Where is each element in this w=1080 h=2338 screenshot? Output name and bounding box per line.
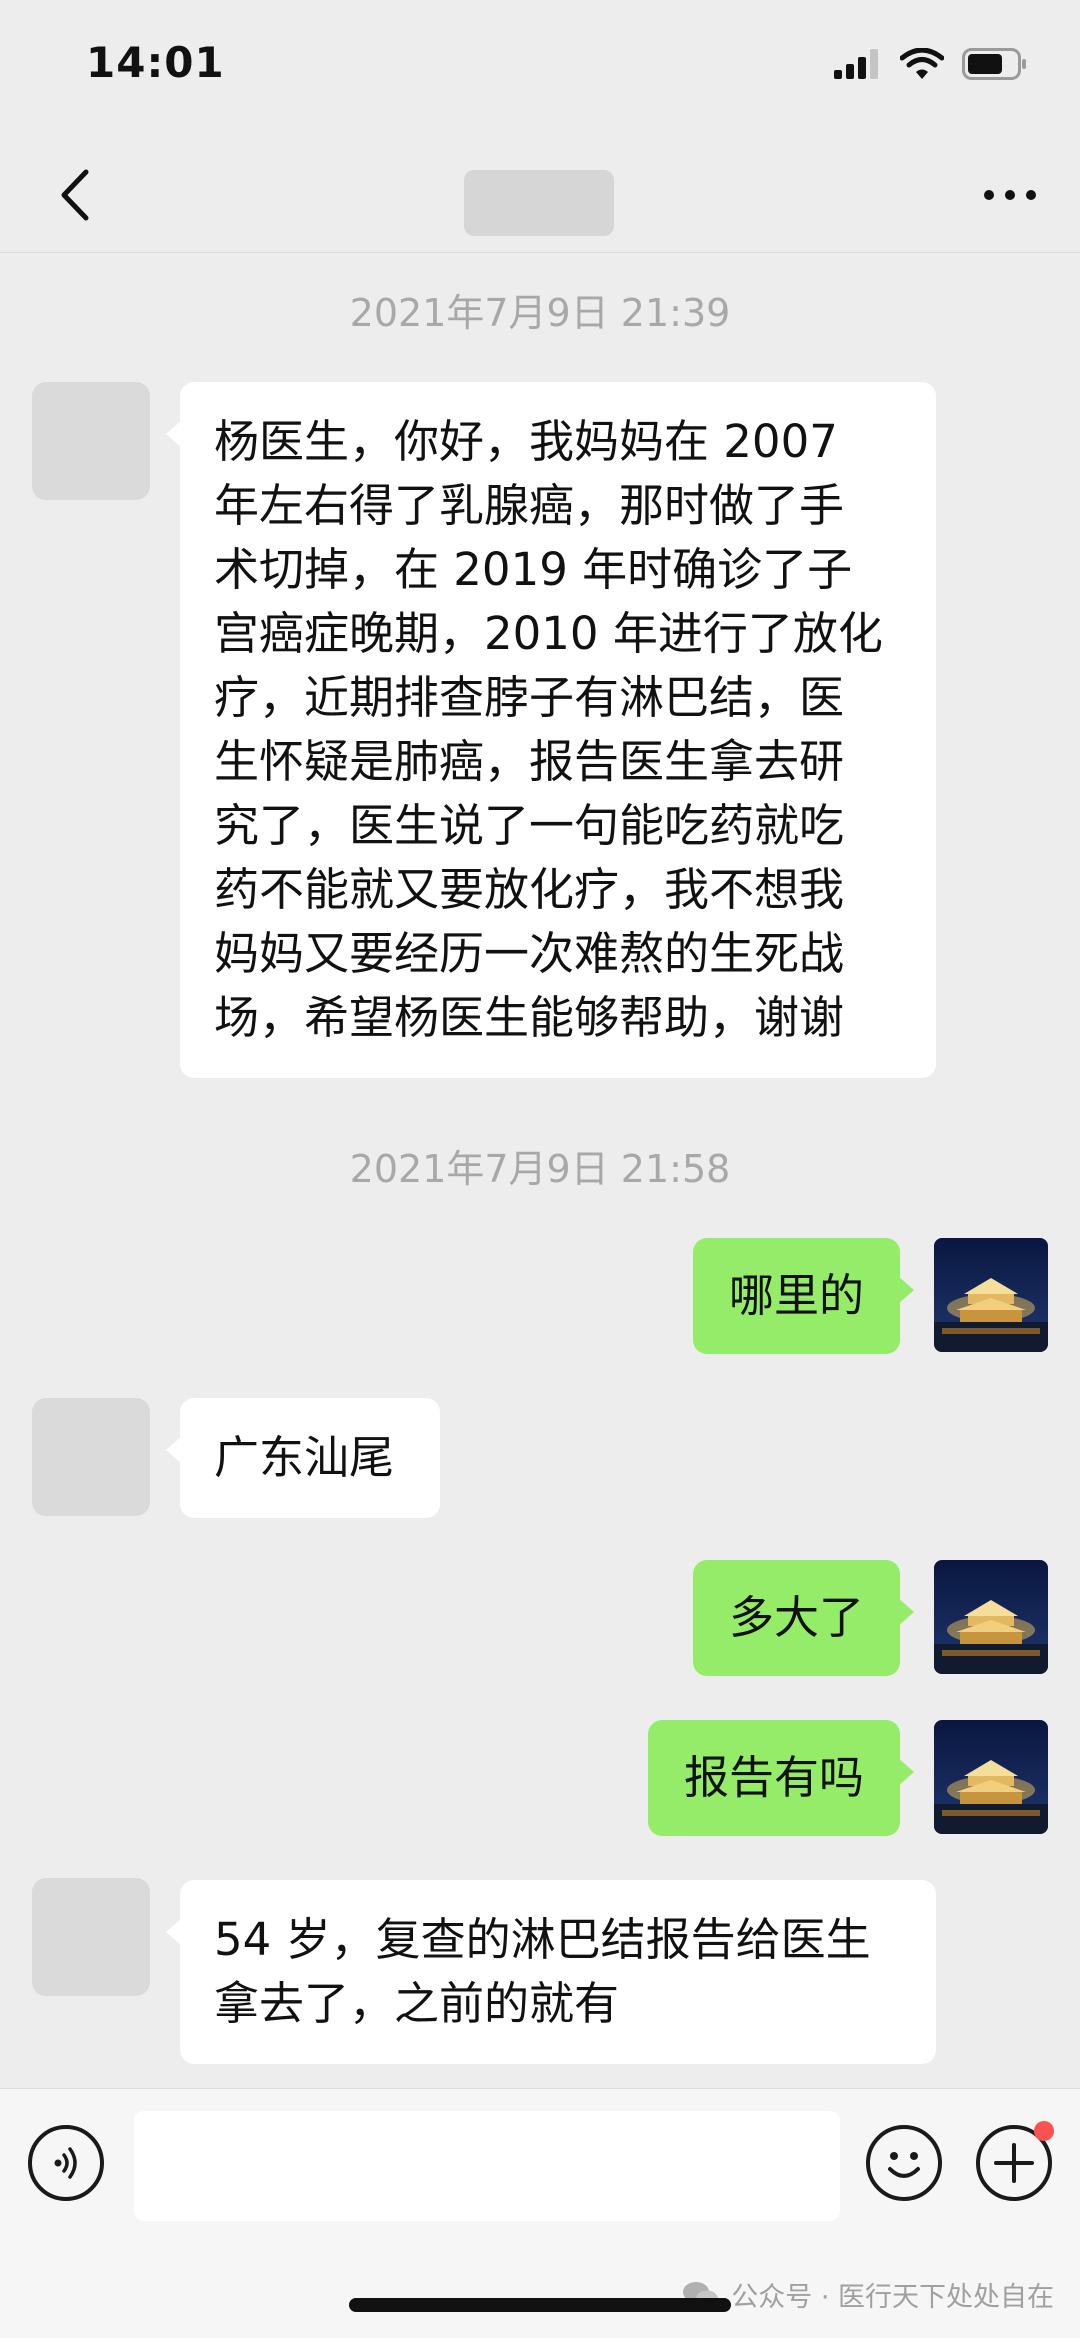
message-line: 杨医生，你好，我妈妈在 2007 [214, 415, 838, 468]
message-line: 生怀疑是肺癌，报告医生拿去研 [214, 735, 845, 788]
message-line: 广东汕尾 [214, 1431, 395, 1484]
message-input[interactable] [134, 2111, 840, 2221]
sent-message-bubble[interactable]: 报告有吗 [647, 1720, 915, 1836]
emoji-button[interactable] [866, 2125, 942, 2201]
watermark: 公众号 · 医行天下处处自在 [681, 2275, 1054, 2314]
contact-avatar[interactable] [32, 382, 150, 500]
chevron-left-icon [61, 169, 89, 221]
message-timestamp: 2021年7月9日 21:39 [349, 291, 731, 335]
status-bar: 14:01 [0, 0, 1080, 140]
emoji-icon [888, 2152, 920, 2178]
message-line: 拿去了，之前的就有 [214, 1977, 620, 2030]
voice-button[interactable] [28, 2125, 104, 2201]
temple-night-image [934, 1560, 1048, 1674]
contact-avatar[interactable] [32, 1878, 150, 1996]
battery-icon [962, 48, 1026, 80]
message-text: 报告有吗 [683, 1751, 864, 1804]
temple-night-image [934, 1238, 1048, 1352]
my-avatar[interactable] [934, 1720, 1048, 1834]
chat-header [0, 140, 1080, 253]
message-line: 年左右得了乳腺癌，那时做了手 [214, 479, 845, 532]
my-avatar[interactable] [934, 1560, 1048, 1674]
message-line: 宫癌症晚期，2010 年进行了放化 [214, 607, 883, 660]
sent-message-bubble[interactable]: 多大了 [692, 1560, 915, 1676]
message-line: 妈妈又要经历一次难熬的生死战 [214, 927, 845, 980]
message-line: 场，希望杨医生能够帮助，谢谢 [214, 991, 845, 1044]
received-message-bubble[interactable]: 杨医生，你好，我妈妈在 2007 年左右得了乳腺癌，那时做了手 术切掉，在 20… [166, 382, 936, 1078]
message-text: 哪里的 [728, 1269, 864, 1322]
signal-icon [834, 49, 878, 79]
message-text: 多大了 [728, 1591, 864, 1644]
wifi-icon [900, 48, 944, 79]
temple-night-image [934, 1720, 1048, 1834]
more-dots-icon [984, 190, 1036, 200]
watermark-text: 公众号 · 医行天下处处自在 [731, 2282, 1054, 2313]
voice-icon [54, 2147, 77, 2179]
message-line: 54 岁，复查的淋巴结报告给医生 [214, 1913, 871, 1966]
received-message-bubble[interactable]: 广东汕尾 [166, 1398, 440, 1518]
chat-title-redacted [464, 170, 614, 236]
home-indicator[interactable] [349, 2298, 731, 2312]
received-message-bubble[interactable]: 54 岁，复查的淋巴结报告给医生 拿去了，之前的就有 [166, 1880, 936, 2064]
back-button[interactable] [40, 160, 110, 230]
my-avatar[interactable] [934, 1238, 1048, 1352]
message-timestamp: 2021年7月9日 21:58 [349, 1147, 731, 1191]
status-icons [834, 48, 1028, 80]
contact-avatar[interactable] [32, 1398, 150, 1516]
status-time: 14:01 [86, 38, 225, 87]
sent-message-bubble[interactable]: 哪里的 [692, 1238, 915, 1354]
more-button[interactable] [970, 160, 1050, 230]
notification-badge [1034, 2121, 1054, 2141]
message-line: 术切掉，在 2019 年时确诊了子 [214, 543, 853, 596]
message-line: 药不能就又要放化疗，我不想我 [214, 863, 845, 916]
message-line: 疗，近期排查脖子有淋巴结，医 [214, 671, 845, 724]
message-line: 究了，医生说了一句能吃药就吃 [214, 799, 845, 852]
